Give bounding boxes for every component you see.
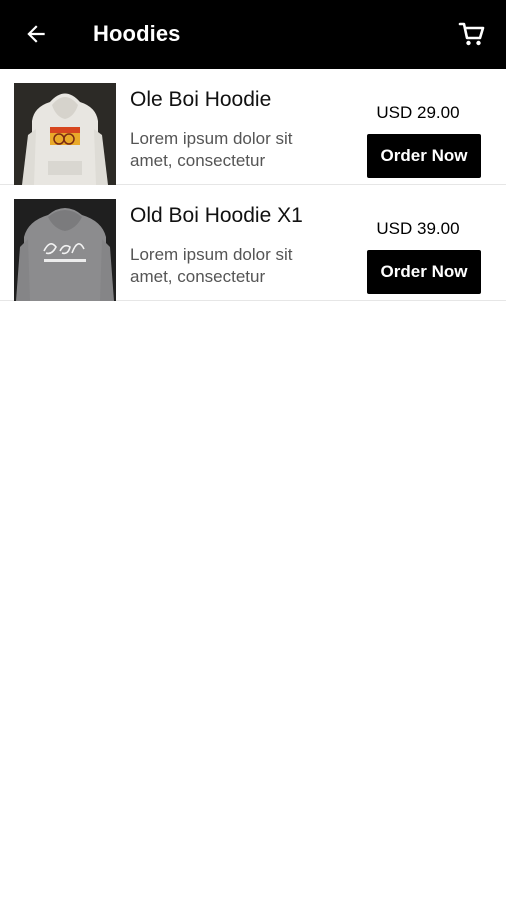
- arrow-left-icon: [27, 25, 45, 43]
- product-list: Ole Boi Hoodie Lorem ipsum dolor sit ame…: [0, 69, 506, 301]
- product-name: Old Boi Hoodie X1: [130, 204, 303, 227]
- back-button[interactable]: [14, 12, 58, 56]
- app-bar: Hoodies: [0, 0, 506, 69]
- product-row[interactable]: Ole Boi Hoodie Lorem ipsum dolor sit ame…: [0, 69, 506, 185]
- product-name: Ole Boi Hoodie: [130, 88, 272, 111]
- product-image[interactable]: [14, 83, 116, 185]
- product-row[interactable]: Old Boi Hoodie X1 Lorem ipsum dolor sit …: [0, 185, 506, 301]
- page-title: Hoodies: [93, 21, 181, 46]
- product-price: USD 29.00: [376, 103, 460, 122]
- cart-button[interactable]: [450, 12, 494, 56]
- order-now-button[interactable]: Order Now: [367, 250, 481, 294]
- order-now-button[interactable]: Order Now: [367, 134, 481, 178]
- product-image[interactable]: [14, 199, 116, 301]
- shopping-cart-icon: [458, 22, 485, 46]
- product-price: USD 39.00: [376, 219, 460, 238]
- product-description: Lorem ipsum dolor sit amet, consectetur: [130, 245, 293, 286]
- product-description: Lorem ipsum dolor sit amet, consectetur: [130, 129, 293, 170]
